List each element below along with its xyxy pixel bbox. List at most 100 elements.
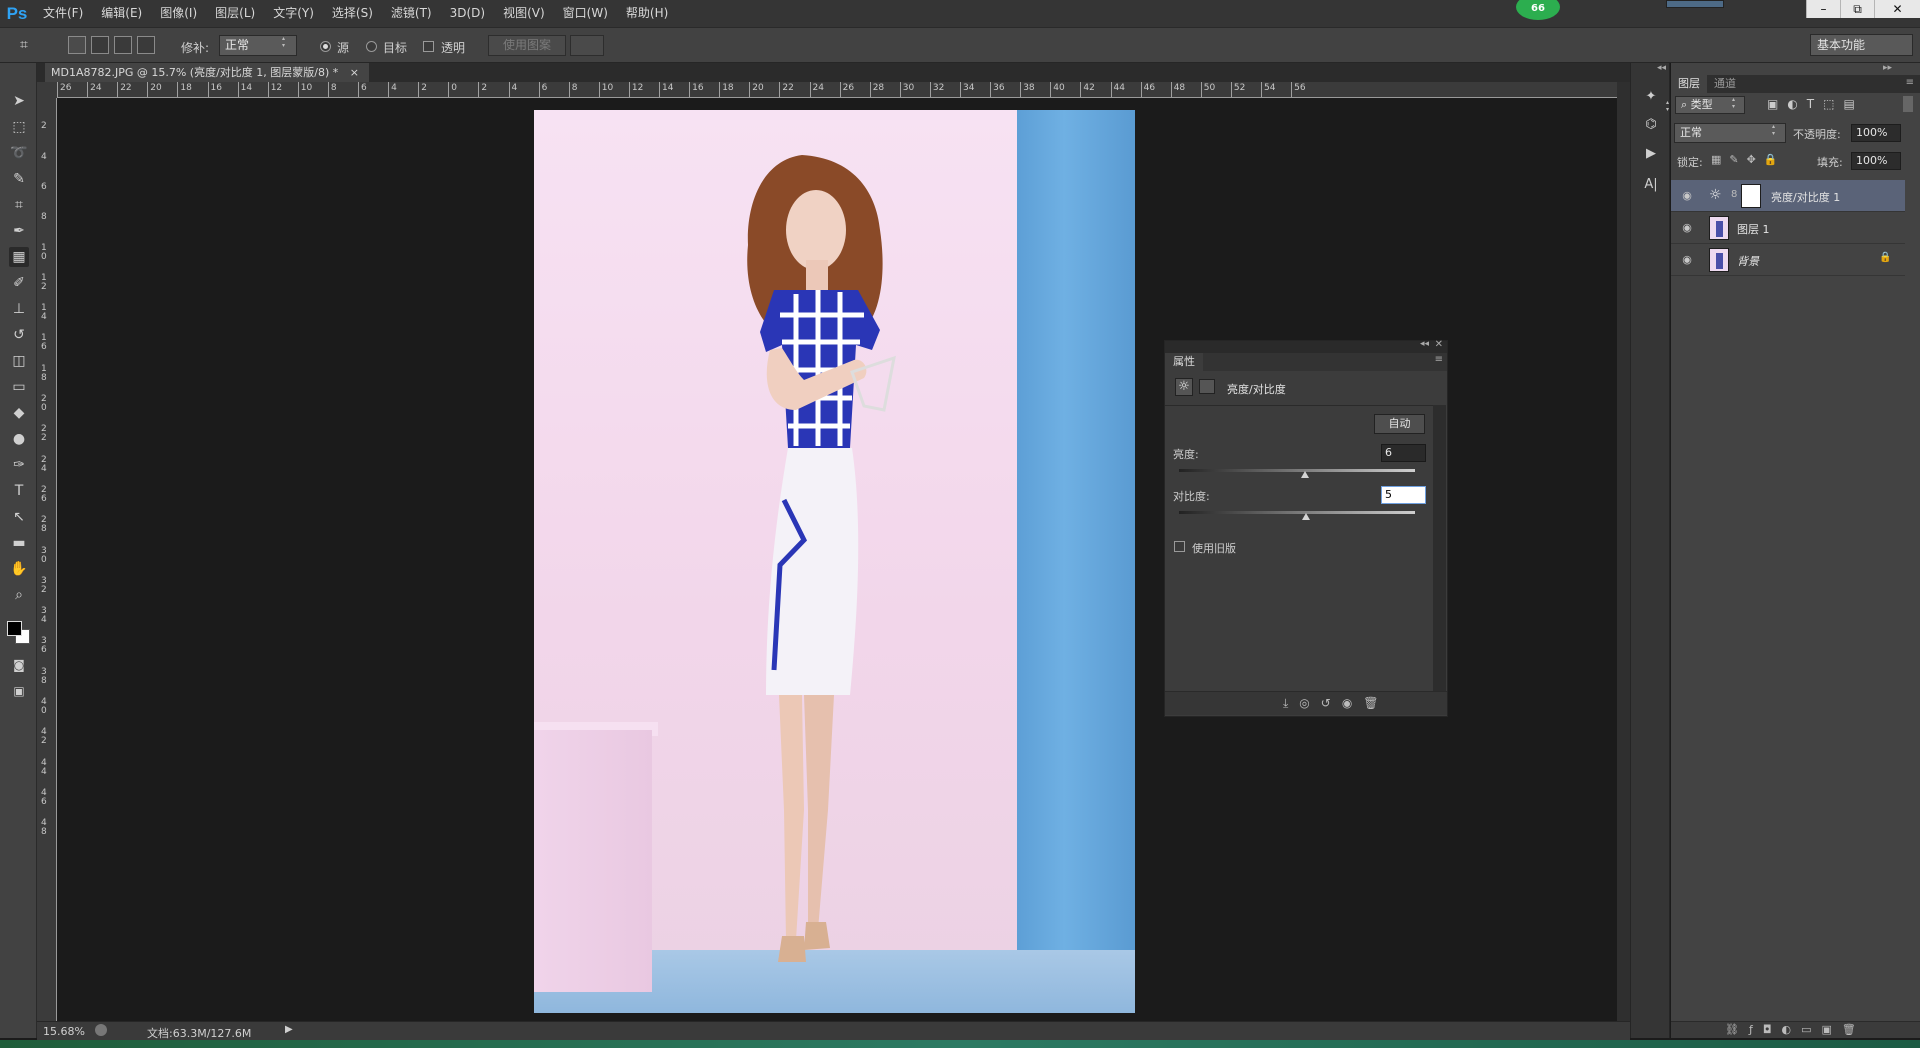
- auto-button[interactable]: 自动: [1374, 414, 1425, 434]
- eraser-tool-icon[interactable]: ◫: [9, 351, 29, 371]
- path-select-tool-icon[interactable]: ↖: [9, 507, 29, 527]
- hand-tool-icon[interactable]: ✋: [9, 559, 29, 579]
- tab-properties[interactable]: 属性: [1165, 353, 1203, 371]
- ruler-origin[interactable]: [37, 82, 57, 98]
- panel-menu-icon[interactable]: ≡: [1435, 354, 1443, 365]
- menu-view[interactable]: 视图(V): [494, 0, 554, 27]
- screen-mode-icon[interactable]: ▣: [9, 681, 29, 701]
- contrast-input[interactable]: 5: [1381, 486, 1426, 504]
- brightness-input[interactable]: 6: [1381, 444, 1426, 462]
- pattern-picker[interactable]: [570, 35, 604, 56]
- tab-layers[interactable]: 图层: [1671, 75, 1707, 93]
- close-window-button[interactable]: ✕: [1874, 0, 1920, 18]
- layer-row-brightness-contrast[interactable]: ◉ ☼ 8 亮度/对比度 1: [1671, 180, 1905, 212]
- brightness-slider-thumb[interactable]: [1301, 471, 1309, 478]
- add-selection-icon[interactable]: [91, 36, 109, 54]
- layer-mask-thumbnail[interactable]: [1741, 184, 1761, 208]
- quick-select-tool-icon[interactable]: ✎: [9, 169, 29, 189]
- document-tab[interactable]: MD1A8782.JPG @ 15.7% (亮度/对比度 1, 图层蒙版/8) …: [45, 63, 370, 82]
- menu-filter[interactable]: 滤镜(T): [382, 0, 441, 27]
- status-info-icon[interactable]: [95, 1024, 107, 1036]
- brightness-slider[interactable]: [1179, 469, 1415, 472]
- collapse-panel-icon[interactable]: ◂◂: [1420, 339, 1429, 349]
- patch-tool-icon[interactable]: ⌗: [20, 36, 38, 54]
- zoom-tool-icon[interactable]: ⌕: [9, 585, 29, 605]
- status-menu-arrow-icon[interactable]: ▶: [285, 1024, 293, 1035]
- menu-window[interactable]: 窗口(W): [554, 0, 617, 27]
- shape-tool-icon[interactable]: ▬: [9, 533, 29, 553]
- mask-icon[interactable]: [1199, 379, 1215, 394]
- opacity-input[interactable]: 100%: [1851, 124, 1901, 142]
- actions-panel-icon[interactable]: ▶: [1641, 145, 1661, 163]
- layer-row-background[interactable]: ◉ 背景 🔒: [1671, 244, 1905, 276]
- link-chain-icon[interactable]: 8: [1731, 189, 1737, 200]
- foreground-color-swatch[interactable]: [7, 621, 22, 636]
- blur-tool-icon[interactable]: ◆: [9, 403, 29, 423]
- menu-layer[interactable]: 图层(L): [206, 0, 264, 27]
- menu-file[interactable]: 文件(F): [34, 0, 92, 27]
- layer-filter-select[interactable]: ⌕ 类型: [1675, 96, 1745, 114]
- marquee-tool-icon[interactable]: ⬚: [9, 117, 29, 137]
- visibility-eye-icon[interactable]: ◉: [1679, 221, 1695, 235]
- history-brush-tool-icon[interactable]: ↺: [9, 325, 29, 345]
- menu-select[interactable]: 选择(S): [323, 0, 382, 27]
- new-selection-icon[interactable]: [68, 36, 86, 54]
- quick-mask-icon[interactable]: ◙: [9, 655, 29, 675]
- crop-tool-icon[interactable]: ⌗: [9, 195, 29, 215]
- properties-titlebar[interactable]: ◂◂ ✕: [1165, 339, 1447, 353]
- properties-footer-icons[interactable]: ⤓◎↺◉🗑: [1283, 696, 1390, 711]
- pen-tool-icon[interactable]: ✑: [9, 455, 29, 475]
- use-pattern-button[interactable]: 使用图案: [488, 35, 566, 56]
- source-radio[interactable]: [320, 41, 331, 52]
- workspace-select[interactable]: 基本功能: [1810, 34, 1913, 56]
- zoom-level[interactable]: 15.68%: [43, 1025, 85, 1038]
- horizontal-ruler[interactable]: 26 24 22 20 18 16 14 12 10 8 6 4 2 0 2 4 6 8 10 12 14 16 18 20 2…: [57, 82, 1617, 98]
- menu-3d[interactable]: 3D(D): [441, 0, 494, 27]
- layer-row-layer-1[interactable]: ◉ 图层 1: [1671, 212, 1905, 244]
- intersect-selection-icon[interactable]: [137, 36, 155, 54]
- gradient-tool-icon[interactable]: ▭: [9, 377, 29, 397]
- filter-toggle[interactable]: [1903, 96, 1913, 112]
- minimize-button[interactable]: –: [1806, 0, 1840, 18]
- patch-tool-icon[interactable]: ▦: [9, 247, 29, 267]
- expand-dock-icon[interactable]: ▸▸: [1883, 63, 1892, 73]
- brush-tool-icon[interactable]: ✐: [9, 273, 29, 293]
- collapse-dock-icon[interactable]: ◂◂: [1657, 63, 1666, 73]
- stamp-tool-icon[interactable]: ⊥: [9, 299, 29, 319]
- fill-input[interactable]: 100%: [1851, 152, 1901, 170]
- lock-icons[interactable]: ▦✎✥🔒: [1711, 153, 1786, 166]
- layer-actions-icons[interactable]: ⛓ƒ◘◐▭▣🗑: [1725, 1023, 1866, 1036]
- menu-image[interactable]: 图像(I): [151, 0, 206, 27]
- menu-type[interactable]: 文字(Y): [264, 0, 323, 27]
- subtract-selection-icon[interactable]: [114, 36, 132, 54]
- history-panel-icon[interactable]: ⌬: [1641, 116, 1661, 134]
- close-tab-icon[interactable]: ×: [350, 66, 359, 79]
- panel-menu-icon[interactable]: ≡: [1906, 77, 1914, 88]
- contrast-slider[interactable]: [1179, 511, 1415, 514]
- vertical-scrollbar[interactable]: [1617, 82, 1630, 1026]
- menu-edit[interactable]: 编辑(E): [92, 0, 151, 27]
- contrast-slider-thumb[interactable]: [1302, 513, 1310, 520]
- blend-mode-select[interactable]: 正常: [1674, 123, 1786, 143]
- properties-scrollbar[interactable]: [1433, 405, 1446, 695]
- move-tool-icon[interactable]: ➤: [9, 91, 29, 111]
- dodge-tool-icon[interactable]: ●: [9, 429, 29, 449]
- target-radio[interactable]: [366, 41, 377, 52]
- visibility-eye-icon[interactable]: ◉: [1679, 189, 1695, 203]
- vertical-ruler[interactable]: 0246810121416182022242628303234363840424…: [37, 98, 57, 1026]
- visibility-eye-icon[interactable]: ◉: [1679, 253, 1695, 267]
- adjustment-sun-icon[interactable]: ☼: [1175, 378, 1193, 396]
- eyedropper-tool-icon[interactable]: ✒: [9, 221, 29, 241]
- tab-channels[interactable]: 通道: [1707, 75, 1743, 93]
- restore-button[interactable]: ⧉: [1840, 0, 1874, 18]
- transparent-checkbox[interactable]: [423, 41, 434, 52]
- menu-help[interactable]: 帮助(H): [617, 0, 677, 27]
- document-image[interactable]: [534, 110, 1135, 1013]
- type-tool-icon[interactable]: T: [9, 481, 29, 501]
- close-panel-icon[interactable]: ✕: [1435, 339, 1443, 350]
- patch-mode-select[interactable]: 正常: [219, 35, 297, 56]
- legacy-checkbox[interactable]: [1174, 541, 1185, 552]
- character-panel-icon[interactable]: A|: [1641, 176, 1661, 194]
- lasso-tool-icon[interactable]: ➰: [9, 143, 29, 163]
- layer-filter-icons[interactable]: ▣◐T⬚▤: [1767, 97, 1864, 111]
